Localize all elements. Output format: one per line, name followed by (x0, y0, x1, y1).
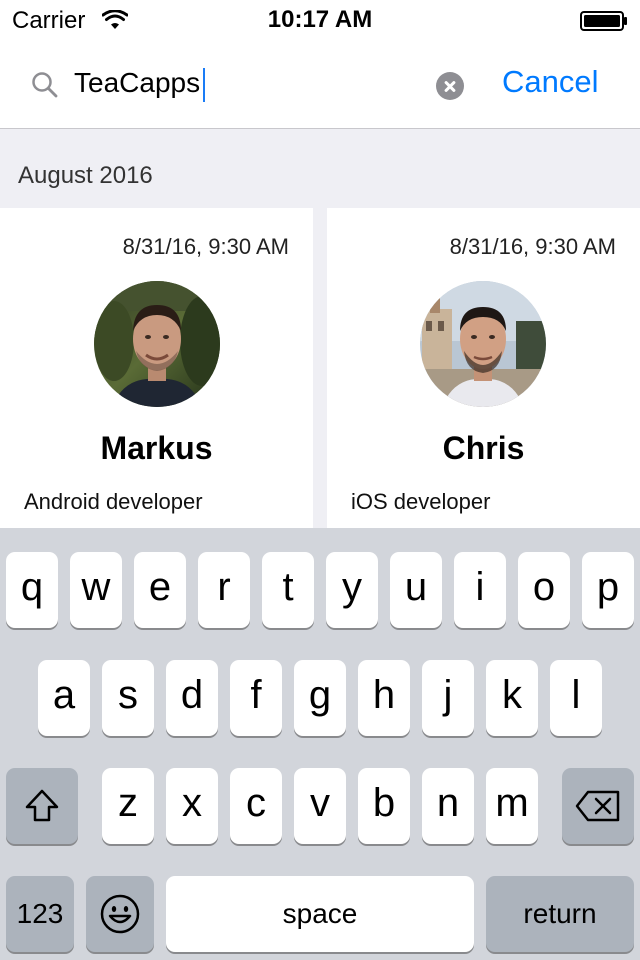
key-i[interactable]: i (454, 552, 506, 628)
key-p[interactable]: p (582, 552, 634, 628)
key-c[interactable]: c (230, 768, 282, 844)
key-r[interactable]: r (198, 552, 250, 628)
contact-card-markus[interactable]: 8/31/16, 9:30 AM Markus Android develope… (0, 208, 313, 528)
text-cursor (203, 68, 205, 102)
avatar (420, 281, 546, 407)
key-f[interactable]: f (230, 660, 282, 736)
avatar (94, 281, 220, 407)
return-key[interactable]: return (486, 876, 634, 952)
numbers-key[interactable]: 123 (6, 876, 74, 952)
emoji-key[interactable] (86, 876, 154, 952)
key-b[interactable]: b (358, 768, 410, 844)
card-date: 8/31/16, 9:30 AM (449, 234, 616, 259)
key-j[interactable]: j (422, 660, 474, 736)
status-bar: Carrier 10:17 AM (0, 0, 640, 40)
key-z[interactable]: z (102, 768, 154, 844)
contact-card-chris[interactable]: 8/31/16, 9:30 AM Chris iOS developer (327, 208, 640, 528)
cancel-button[interactable]: Cancel (502, 64, 599, 100)
key-v[interactable]: v (294, 768, 346, 844)
delete-key[interactable] (562, 768, 634, 844)
key-u[interactable]: u (390, 552, 442, 628)
key-e[interactable]: e (134, 552, 186, 628)
status-time: 10:17 AM (267, 6, 373, 33)
card-name: Chris (442, 430, 525, 466)
search-bar: Cancel (0, 40, 640, 129)
keyboard: q w e r t y u i o p a s d f g h j k l z … (0, 528, 640, 960)
space-key[interactable]: space (166, 876, 474, 952)
shift-icon (25, 789, 59, 822)
emoji-icon (100, 894, 140, 934)
key-s[interactable]: s (102, 660, 154, 736)
key-k[interactable]: k (486, 660, 538, 736)
search-icon (32, 72, 58, 98)
search-field[interactable] (16, 54, 480, 112)
card-name: Markus (100, 430, 213, 466)
key-m[interactable]: m (486, 768, 538, 844)
card-date: 8/31/16, 9:30 AM (122, 234, 289, 259)
key-a[interactable]: a (38, 660, 90, 736)
delete-icon (575, 790, 620, 822)
shift-key[interactable] (6, 768, 78, 844)
key-q[interactable]: q (6, 552, 58, 628)
search-input[interactable] (74, 64, 414, 102)
key-l[interactable]: l (550, 660, 602, 736)
key-y[interactable]: y (326, 552, 378, 628)
section-header: August 2016 (18, 162, 153, 189)
clear-search-button[interactable] (436, 72, 464, 100)
key-o[interactable]: o (518, 552, 570, 628)
key-d[interactable]: d (166, 660, 218, 736)
card-role: iOS developer (351, 489, 491, 514)
key-n[interactable]: n (422, 768, 474, 844)
key-x[interactable]: x (166, 768, 218, 844)
key-h[interactable]: h (358, 660, 410, 736)
key-w[interactable]: w (70, 552, 122, 628)
key-t[interactable]: t (262, 552, 314, 628)
battery-icon (580, 11, 627, 31)
card-role: Android developer (24, 489, 203, 514)
key-g[interactable]: g (294, 660, 346, 736)
